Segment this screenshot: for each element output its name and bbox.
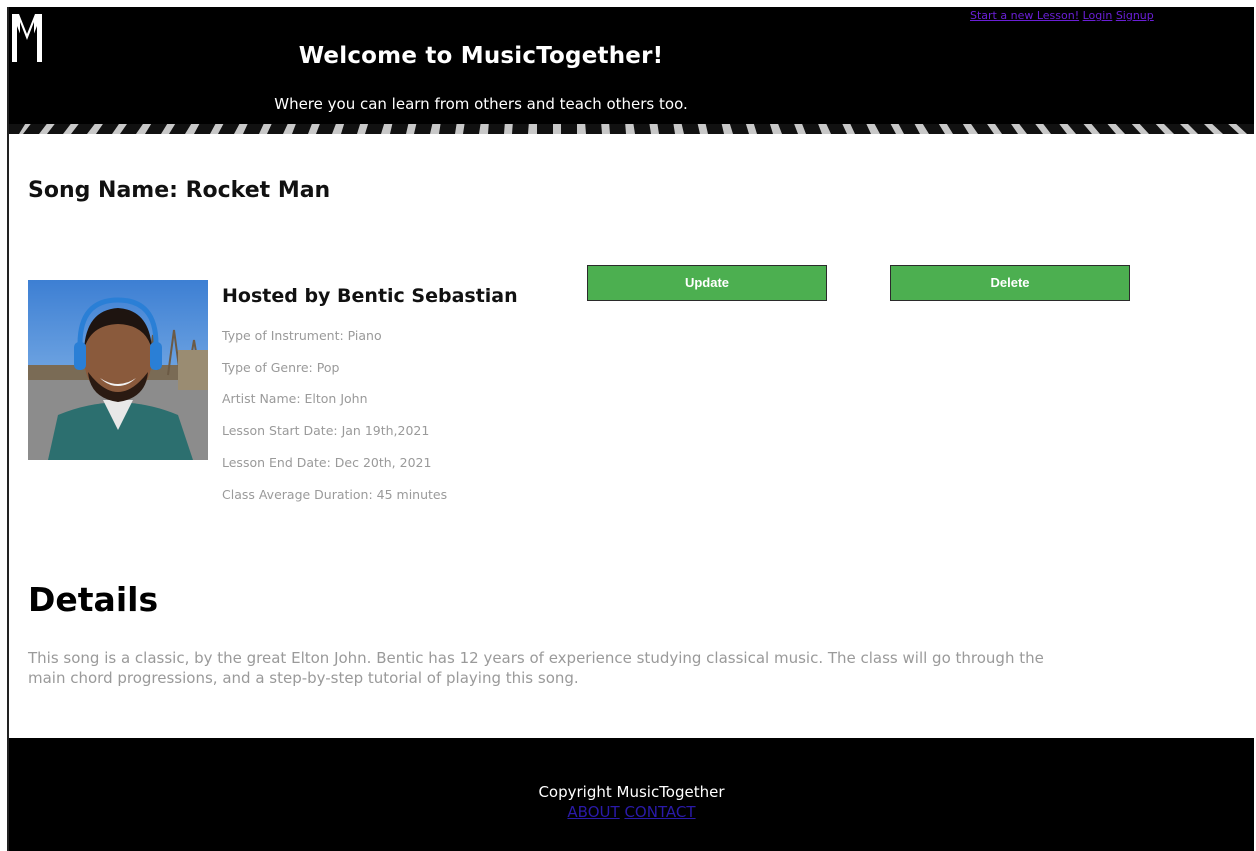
delete-button[interactable]: Delete <box>890 265 1130 301</box>
page: Start a new Lesson! Login Signup Welcome… <box>9 7 1254 851</box>
details-description: This song is a classic, by the great Elt… <box>28 649 1044 687</box>
artist-info: Artist Name: Elton John <box>222 391 368 406</box>
end-date-info: Lesson End Date: Dec 20th, 2021 <box>222 455 432 470</box>
about-link[interactable]: ABOUT <box>567 803 619 821</box>
start-new-lesson-link[interactable]: Start a new Lesson! <box>970 9 1079 22</box>
site-header: Start a new Lesson! Login Signup Welcome… <box>9 7 1254 134</box>
host-photo-icon <box>28 280 208 460</box>
contact-link[interactable]: CONTACT <box>624 803 695 821</box>
details-heading: Details <box>28 580 159 619</box>
start-date-info: Lesson Start Date: Jan 19th,2021 <box>222 423 430 438</box>
top-nav: Start a new Lesson! Login Signup <box>970 9 1154 22</box>
piano-keys-banner-icon <box>9 121 1254 134</box>
login-link[interactable]: Login <box>1083 9 1113 22</box>
copyright-text: Copyright MusicTogether <box>538 783 725 801</box>
site-footer: Copyright MusicTogether ABOUT CONTACT <box>9 738 1254 851</box>
host-name-heading: Hosted by Bentic Sebastian <box>222 285 518 307</box>
duration-info: Class Average Duration: 45 minutes <box>222 487 448 502</box>
host-avatar <box>28 280 208 460</box>
signup-link[interactable]: Signup <box>1116 9 1154 22</box>
site-title: Welcome to MusicTogether! <box>298 43 664 69</box>
genre-info: Type of Genre: Pop <box>222 360 340 375</box>
update-button[interactable]: Update <box>587 265 827 301</box>
song-name-heading: Song Name: Rocket Man <box>28 178 331 203</box>
instrument-info: Type of Instrument: Piano <box>222 328 382 343</box>
footer-links: ABOUT CONTACT <box>9 803 1254 821</box>
site-tagline: Where you can learn from others and teac… <box>274 95 688 113</box>
